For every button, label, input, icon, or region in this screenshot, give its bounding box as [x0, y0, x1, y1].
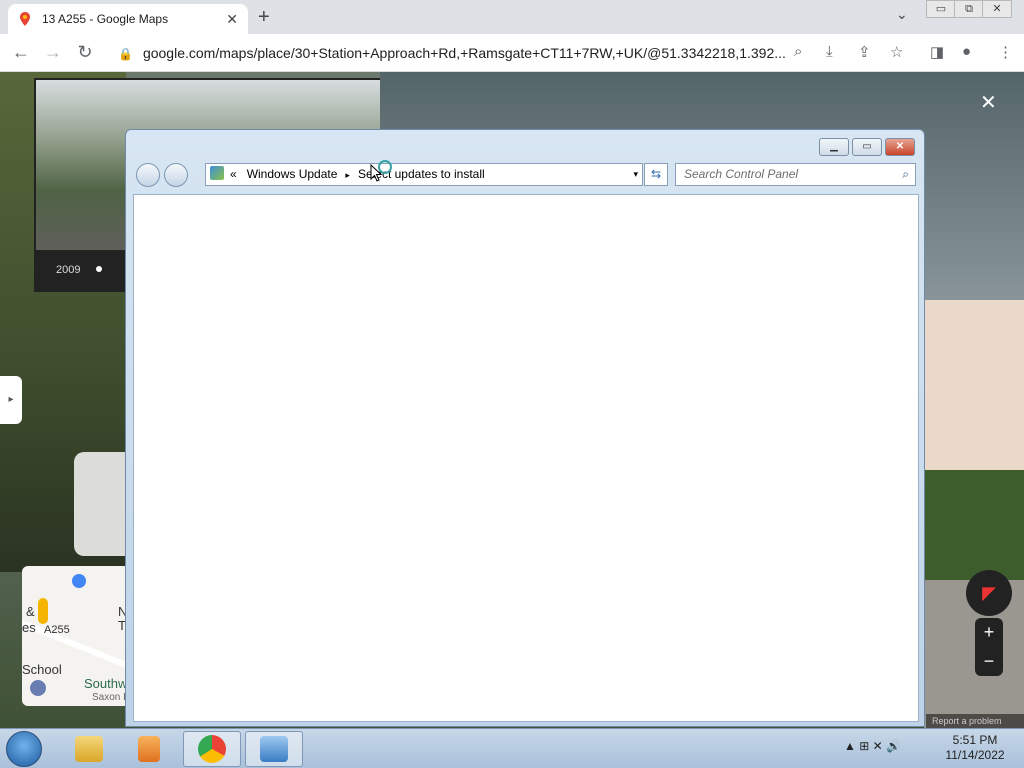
report-problem-link[interactable]: Report a problem — [926, 714, 1024, 728]
install-icon[interactable]: ⤓ — [826, 43, 833, 60]
expand-side-panel-button[interactable]: ▸ — [0, 376, 22, 424]
mini-map[interactable]: & es A255 N T School Southw Saxon P — [22, 566, 126, 706]
url-text: google.com/maps/place/30+Station+Approac… — [142, 45, 786, 61]
taskbar-chrome[interactable] — [183, 731, 241, 767]
address-bar[interactable]: 🔒 google.com/maps/place/30+Station+Approa… — [118, 41, 822, 65]
minimap-label: Saxon P — [92, 692, 126, 703]
search-placeholder: Search Control Panel — [684, 167, 799, 181]
compass-icon[interactable]: ◤ — [966, 570, 1012, 616]
window-content-area — [133, 194, 919, 722]
start-button[interactable] — [6, 731, 42, 767]
minimap-label: es — [22, 620, 36, 635]
back-arrow-icon[interactable] — [136, 163, 160, 187]
media-player-icon — [138, 736, 160, 762]
address-dropdown-icon[interactable]: ▾ — [633, 164, 638, 185]
clock-time: 5:51 PM — [952, 733, 998, 747]
breadcrumb-windows-update[interactable]: Windows Update — [247, 167, 338, 181]
window-minimize-button[interactable]: ▭ — [926, 0, 956, 18]
taskbar-clock[interactable]: 5:51 PM 11/14/2022 — [940, 733, 1010, 763]
search-icon[interactable]: ⌕ — [794, 43, 802, 60]
control-panel-icon — [210, 166, 224, 180]
mouse-cursor-icon — [370, 164, 382, 182]
menu-kebab-icon[interactable]: ⋮ — [998, 43, 1013, 61]
lock-icon: 🔒 — [118, 47, 133, 61]
search-icon[interactable]: ⌕ — [902, 164, 909, 185]
breadcrumb-separator-icon[interactable]: ▸ — [345, 170, 350, 180]
maximize-button[interactable]: ▭ — [852, 138, 882, 156]
street-view-car — [74, 452, 126, 556]
street-view-hedge — [924, 470, 1024, 580]
share-icon[interactable]: ⇪ — [858, 43, 871, 61]
minimap-label: & — [26, 604, 35, 619]
taskbar-media-player[interactable] — [120, 731, 178, 767]
forward-button[interactable]: → — [42, 42, 64, 63]
new-tab-button[interactable]: + — [258, 6, 270, 29]
tab-search-icon[interactable]: ⌄ — [896, 6, 908, 23]
window-close-button[interactable]: ✕ — [982, 0, 1012, 18]
close-button[interactable]: ✕ — [885, 138, 915, 156]
side-panel-icon[interactable]: ◨ — [930, 43, 944, 61]
browser-tab-strip: 13 A255 - Google Maps ✕ + ⌄ ▭ ⧉ ✕ — [0, 0, 1024, 34]
minimap-label: School — [22, 662, 62, 677]
taskbar: ▲ ⊞ ✕ 🔊 5:51 PM 11/14/2022 — [0, 728, 1024, 768]
tab-google-maps[interactable]: 13 A255 - Google Maps ✕ — [8, 4, 248, 34]
close-street-view-icon[interactable]: ✕ — [980, 90, 997, 115]
forward-arrow-icon[interactable] — [164, 163, 188, 187]
minimap-road-label: A255 — [44, 624, 70, 636]
tab-title: 13 A255 - Google Maps — [42, 12, 169, 26]
browser-toolbar: ← → ↻ 🔒 google.com/maps/place/30+Station+… — [0, 34, 1024, 72]
tab-close-icon[interactable]: ✕ — [226, 11, 238, 28]
minimize-button[interactable]: ▁ — [819, 138, 849, 156]
zoom-in-button[interactable]: + — [975, 618, 1003, 647]
chrome-icon — [198, 735, 226, 763]
system-tray-icons[interactable]: ▲ ⊞ ✕ 🔊 — [844, 739, 901, 753]
pegman-icon[interactable] — [38, 598, 48, 624]
zoom-out-button[interactable]: − — [975, 647, 1003, 676]
taskbar-control-panel[interactable] — [245, 731, 303, 767]
control-panel-icon — [260, 736, 288, 762]
thumbnail-year: 2009 — [56, 264, 81, 276]
bookmark-star-icon[interactable]: ☆ — [890, 43, 903, 61]
minimap-label: Southw — [84, 676, 126, 691]
place-pin-icon — [72, 574, 86, 588]
street-view-house — [924, 300, 1024, 470]
back-button[interactable]: ← — [10, 42, 32, 63]
search-control-panel-input[interactable]: Search Control Panel ⌕ — [675, 163, 916, 186]
address-breadcrumb[interactable]: «Windows Update ▸ Select updates to instal… — [205, 163, 643, 186]
taskbar-explorer[interactable] — [60, 731, 118, 767]
reload-button[interactable]: ↻ — [74, 42, 96, 63]
refresh-button[interactable]: ⇆ — [644, 163, 668, 186]
school-icon — [30, 680, 46, 696]
timeline-slider-handle[interactable] — [96, 266, 102, 272]
profile-avatar-icon[interactable]: ● — [962, 43, 971, 60]
window-restore-button[interactable]: ⧉ — [954, 0, 984, 18]
zoom-control: + − — [975, 618, 1003, 676]
breadcrumb-overflow[interactable]: « — [230, 167, 237, 181]
windows-update-window: ▁ ▭ ✕ «Windows Update ▸ Select updates to … — [125, 129, 925, 727]
maps-pin-icon — [20, 12, 30, 26]
clock-date: 11/14/2022 — [945, 748, 1005, 762]
folder-icon — [75, 736, 103, 762]
